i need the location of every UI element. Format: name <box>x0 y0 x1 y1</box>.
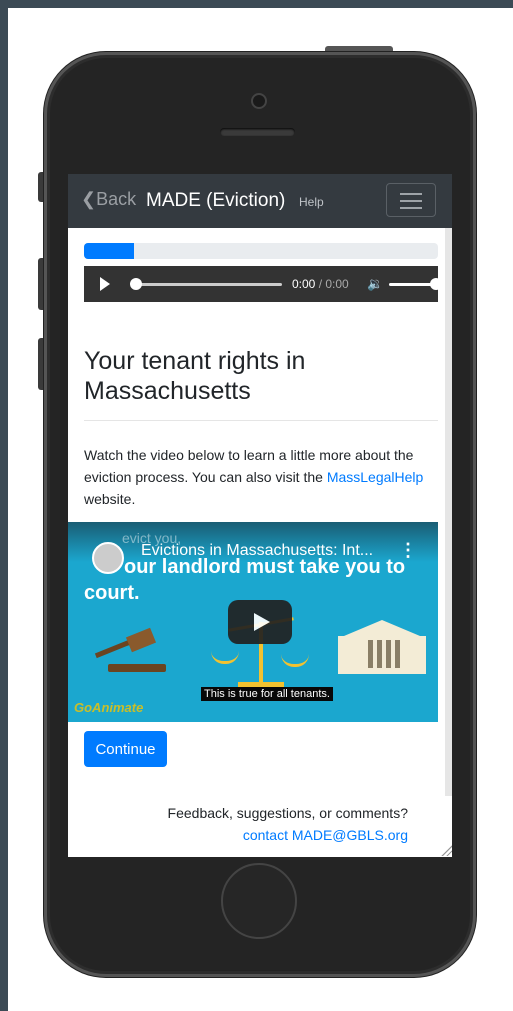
phone-screen: ❮Back MADE (Eviction) Help 0:00 / 0:00 🔉… <box>68 174 452 857</box>
contact-email-link[interactable]: contact MADE@GBLS.org <box>243 827 408 843</box>
audio-duration: 0:00 <box>325 277 349 291</box>
courthouse-column <box>377 640 382 668</box>
feedback-section: Feedback, suggestions, or comments? cont… <box>108 802 408 846</box>
volume-icon[interactable]: 🔉 <box>367 276 383 292</box>
help-link[interactable]: Help <box>299 195 324 209</box>
volume-slider[interactable] <box>389 283 434 286</box>
video-watermark: GoAnimate <box>74 700 144 715</box>
navbar: ❮Back MADE (Eviction) Help <box>68 174 452 228</box>
progress-fill <box>84 243 134 259</box>
earpiece-speaker <box>220 128 295 136</box>
page-frame-left <box>0 0 8 1011</box>
title-divider <box>84 420 438 421</box>
courthouse-body <box>338 636 426 674</box>
hamburger-icon-line <box>400 193 422 195</box>
audio-seek-handle[interactable] <box>130 278 142 290</box>
courthouse-column <box>386 640 391 668</box>
courthouse-column <box>368 640 373 668</box>
page-frame-top <box>0 0 513 8</box>
audio-seek-bar[interactable] <box>132 283 282 286</box>
page-description: Watch the video below to learn a little … <box>84 444 440 510</box>
audio-current-time: 0:00 <box>292 277 316 291</box>
app-title[interactable]: MADE (Eviction) <box>146 190 285 212</box>
home-button[interactable] <box>221 863 297 939</box>
masslegalhelp-link[interactable]: MassLegalHelp <box>327 469 424 485</box>
courthouse-column <box>395 640 400 668</box>
courthouse-roof <box>344 620 420 636</box>
page-title: Your tenant rights in Massachusetts <box>84 347 306 405</box>
feedback-text: Feedback, suggestions, or comments? <box>167 805 408 821</box>
back-label: Back <box>96 189 137 209</box>
video-embed[interactable]: evict you, our landlord must take you to… <box>68 522 438 722</box>
scales-illustration-pan-right <box>281 654 309 667</box>
audio-time: 0:00 / 0:00 <box>292 277 349 291</box>
hamburger-icon-line <box>400 207 422 209</box>
volume-slider-handle[interactable] <box>430 278 442 290</box>
video-play-button[interactable] <box>228 600 292 644</box>
gavel-illustration-head <box>125 627 157 653</box>
hamburger-icon-line <box>400 200 422 202</box>
gavel-illustration-base <box>108 664 166 672</box>
chevron-left-icon: ❮ <box>81 189 97 209</box>
front-camera <box>251 93 267 109</box>
video-subtitle: This is true for all tenants. <box>201 687 333 701</box>
back-link[interactable]: ❮Back <box>81 189 136 210</box>
progress-bar <box>84 243 438 259</box>
more-options-icon[interactable]: ⋮ <box>399 540 417 561</box>
audio-time-separator: / <box>315 277 326 291</box>
continue-button[interactable]: Continue <box>84 731 167 767</box>
description-text-end: website. <box>84 491 136 507</box>
menu-toggle-button[interactable] <box>386 183 436 217</box>
video-title[interactable]: Evictions in Massachusetts: Int... <box>141 542 373 560</box>
resize-handle[interactable] <box>440 844 452 856</box>
video-caption-line2: court. <box>84 582 140 604</box>
audio-player: 0:00 / 0:00 🔉 <box>84 266 442 302</box>
scales-illustration-pan-left <box>211 651 239 664</box>
play-icon[interactable] <box>100 277 110 291</box>
scrollbar[interactable] <box>445 228 452 796</box>
courthouse-illustration <box>338 620 426 678</box>
channel-avatar[interactable] <box>92 542 124 574</box>
